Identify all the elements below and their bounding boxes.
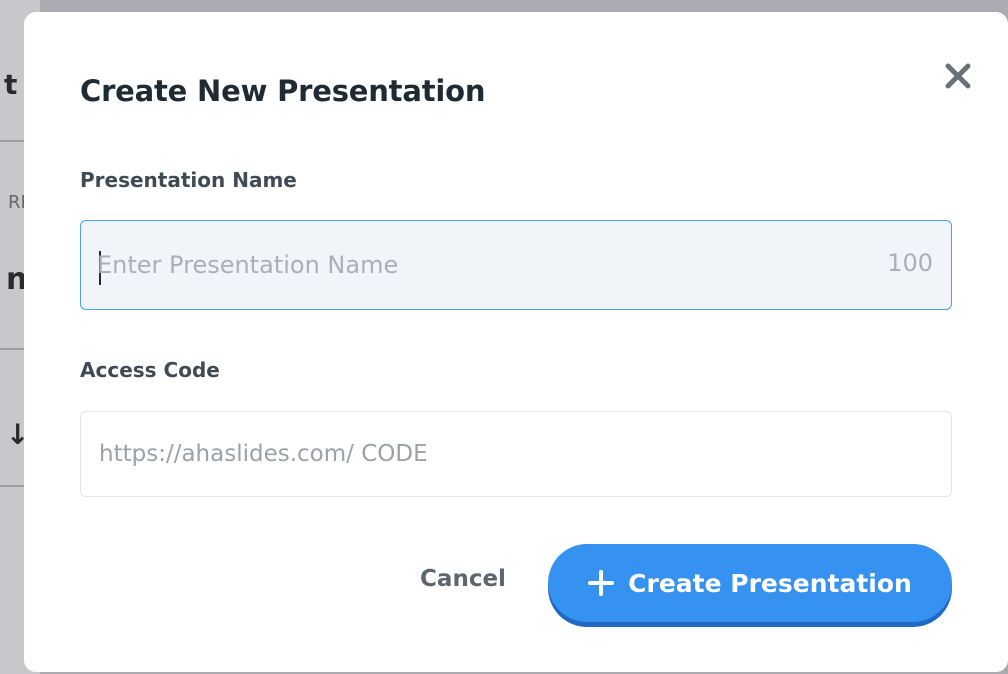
access-code-field[interactable] xyxy=(80,411,952,497)
dialog-title: Create New Presentation xyxy=(80,74,486,108)
background-text-fragment: t xyxy=(4,68,18,101)
plus-icon xyxy=(588,570,615,596)
character-limit-counter: 100 xyxy=(887,249,933,277)
create-presentation-button[interactable]: Create Presentation xyxy=(548,544,952,622)
create-presentation-dialog: Create New Presentation Presentation Nam… xyxy=(24,12,1008,672)
presentation-name-field[interactable]: 100 xyxy=(80,220,952,310)
presentation-name-input[interactable] xyxy=(97,221,857,308)
presentation-name-label: Presentation Name xyxy=(80,168,297,192)
access-code-input[interactable] xyxy=(99,412,929,495)
cancel-button[interactable]: Cancel xyxy=(404,546,522,612)
access-code-label: Access Code xyxy=(80,358,220,382)
create-presentation-label: Create Presentation xyxy=(628,568,912,598)
close-button[interactable] xyxy=(938,56,978,96)
close-icon xyxy=(945,63,971,89)
